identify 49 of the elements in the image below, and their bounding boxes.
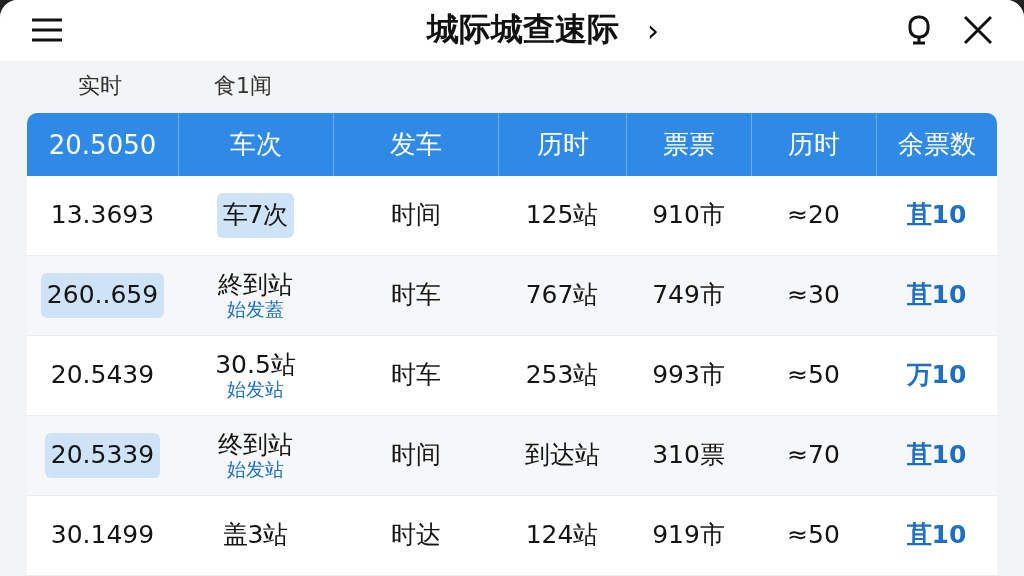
table-cell: 时车 [390, 281, 441, 310]
tab[interactable]: 实时 [78, 66, 122, 107]
table-cell: 919市 [652, 521, 725, 550]
table-cell: 苴10 [906, 281, 967, 310]
table-cell: 749市 [652, 281, 725, 310]
column-header: 票票 [626, 113, 751, 176]
window-title: 城际城查速际 [427, 9, 619, 51]
table-cell: 124站 [525, 521, 599, 550]
table-cell: ≈70 [787, 441, 840, 470]
table-cell: 苴10 [906, 441, 967, 470]
table-cell: ≈30 [787, 281, 840, 310]
table-cell: ≈50 [787, 521, 840, 550]
tab[interactable]: 食1闻 [214, 66, 272, 107]
highlighted-cell: 20.5339 [44, 433, 161, 478]
table-cell: 时间 [390, 201, 441, 230]
column-header: 车次 [178, 113, 333, 176]
table-cell: 苴10 [906, 201, 967, 230]
station-label: 始发站 [227, 379, 284, 401]
table-cell: ≈50 [787, 361, 840, 390]
table-cell: 終到站 [218, 270, 293, 300]
table-cell: 30.1499 [50, 521, 155, 550]
table-cell: 到达站 [524, 441, 600, 470]
table-cell: 993市 [652, 361, 725, 390]
table-cell: 万10 [906, 361, 967, 390]
table-cell: 30.5站 [215, 350, 296, 380]
table-cell: 767站 [525, 281, 599, 310]
next-chevron[interactable]: › [647, 12, 659, 48]
table-cell: 20.5439 [50, 361, 155, 390]
table-cell: 时车 [390, 361, 441, 390]
column-header: 余票数 [876, 113, 997, 176]
column-header: 历时 [751, 113, 876, 176]
table-cell: 终到站 [218, 430, 293, 460]
table-cell: 310票 [652, 441, 725, 470]
table-cell: 时间 [390, 441, 441, 470]
table-cell: 125站 [525, 201, 599, 230]
table-cell: 253站 [525, 361, 599, 390]
table-cell: 时达 [390, 521, 441, 550]
highlighted-cell: 车7次 [216, 193, 295, 238]
column-header: 20.5050 [27, 113, 178, 176]
highlighted-cell: 260..659 [40, 273, 165, 318]
station-label: 始发站 [227, 459, 284, 481]
table-cell: 13.3693 [50, 201, 155, 230]
table-cell: 910市 [652, 201, 725, 230]
table-cell: 苴10 [906, 521, 967, 550]
station-label: 始发蓋 [227, 299, 284, 321]
column-header: 历时 [498, 113, 626, 176]
column-header: 发车 [333, 113, 498, 176]
table-cell: 盖3站 [222, 521, 289, 550]
table-cell: ≈20 [787, 201, 840, 230]
